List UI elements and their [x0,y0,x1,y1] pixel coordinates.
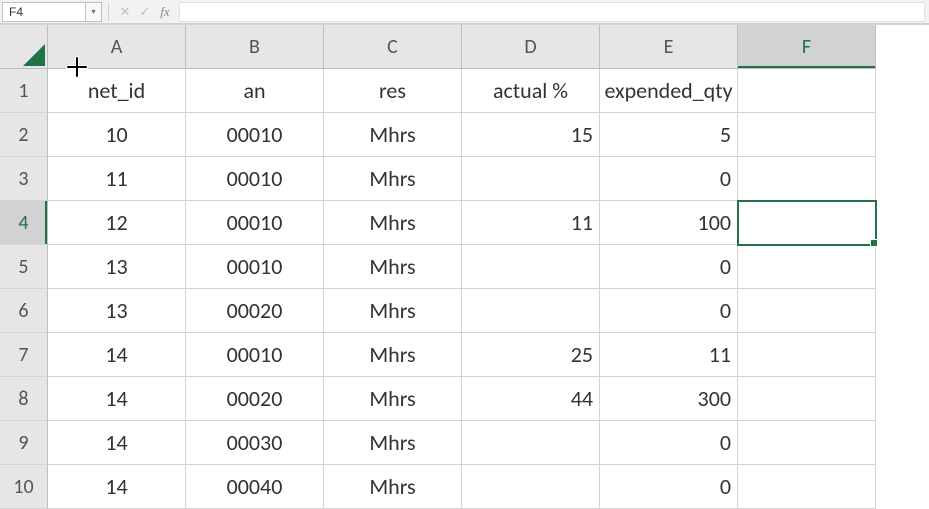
fx-icon[interactable]: fx [155,4,175,20]
cell[interactable]: 00020 [186,377,324,421]
cell[interactable]: 0 [600,157,738,201]
cell[interactable]: 14 [48,421,186,465]
cell[interactable]: 0 [600,245,738,289]
cell[interactable]: 14 [48,465,186,509]
row-header[interactable]: 9 [0,421,48,465]
column-header[interactable]: B [186,25,324,69]
cell[interactable] [462,157,600,201]
cell[interactable]: 14 [48,377,186,421]
column-header[interactable]: E [600,25,738,69]
cell[interactable]: expended_qty [600,69,738,113]
row-header[interactable]: 7 [0,333,48,377]
row-header[interactable]: 8 [0,377,48,421]
cell[interactable]: res [324,69,462,113]
cell[interactable]: actual % [462,69,600,113]
cell[interactable]: Mhrs [324,421,462,465]
cell[interactable]: 10 [48,113,186,157]
cell[interactable]: 00040 [186,465,324,509]
row-header[interactable]: 3 [0,157,48,201]
row-header[interactable]: 10 [0,465,48,509]
column-header[interactable]: F [738,25,876,69]
cell[interactable]: 15 [462,113,600,157]
column-header[interactable]: C [324,25,462,69]
cell[interactable]: Mhrs [324,201,462,245]
select-all-corner[interactable] [0,25,48,69]
cell[interactable] [738,333,876,377]
cell[interactable]: Mhrs [324,245,462,289]
cell[interactable]: 12 [48,201,186,245]
column-header[interactable]: A [48,25,186,69]
cell[interactable] [738,113,876,157]
cell[interactable] [738,157,876,201]
cell[interactable]: 00010 [186,333,324,377]
cell[interactable]: 44 [462,377,600,421]
row-header[interactable]: 1 [0,69,48,113]
cell[interactable]: 300 [600,377,738,421]
cell[interactable]: an [186,69,324,113]
cell[interactable]: Mhrs [324,157,462,201]
cell[interactable]: 11 [48,157,186,201]
cell[interactable]: 100 [600,201,738,245]
cell[interactable]: 0 [600,465,738,509]
accept-icon: ✓ [135,4,155,20]
cell[interactable] [462,421,600,465]
row-header[interactable]: 5 [0,245,48,289]
cell[interactable]: Mhrs [324,333,462,377]
cell[interactable]: 00010 [186,113,324,157]
cell[interactable]: Mhrs [324,289,462,333]
cell[interactable]: Mhrs [324,465,462,509]
cancel-icon: ✕ [115,4,135,20]
cell[interactable]: 14 [48,333,186,377]
cell[interactable]: Mhrs [324,377,462,421]
cell[interactable]: 0 [600,421,738,465]
cell[interactable] [738,245,876,289]
cell[interactable] [738,201,876,245]
cell[interactable]: 00010 [186,245,324,289]
cell[interactable] [738,377,876,421]
cell[interactable]: 00010 [186,157,324,201]
cell[interactable] [462,289,600,333]
cell[interactable]: 13 [48,245,186,289]
cell[interactable]: 00010 [186,201,324,245]
cell[interactable]: 00030 [186,421,324,465]
row-header[interactable]: 4 [0,201,48,245]
column-header[interactable]: D [462,25,600,69]
cell[interactable]: 5 [600,113,738,157]
cell[interactable] [738,465,876,509]
cell[interactable]: 13 [48,289,186,333]
cell[interactable] [462,465,600,509]
cell[interactable]: 00020 [186,289,324,333]
cell[interactable]: 25 [462,333,600,377]
separator [108,3,109,21]
cell[interactable] [738,421,876,465]
row-header[interactable]: 2 [0,113,48,157]
cell[interactable]: 11 [462,201,600,245]
cell[interactable]: net_id [48,69,186,113]
name-box-dropdown-icon[interactable]: ▾ [86,2,102,22]
name-box[interactable]: F4 [2,2,86,22]
cell[interactable]: 11 [600,333,738,377]
cell[interactable]: Mhrs [324,113,462,157]
cell[interactable] [738,69,876,113]
formula-input[interactable] [179,2,925,22]
cell[interactable] [462,245,600,289]
cell[interactable]: 0 [600,289,738,333]
spreadsheet-grid[interactable]: ABCDEF1net_idanresactual %expended_qty21… [0,24,929,509]
row-header[interactable]: 6 [0,289,48,333]
cell[interactable] [738,289,876,333]
formula-bar: F4 ▾ ✕ ✓ fx [0,0,929,24]
